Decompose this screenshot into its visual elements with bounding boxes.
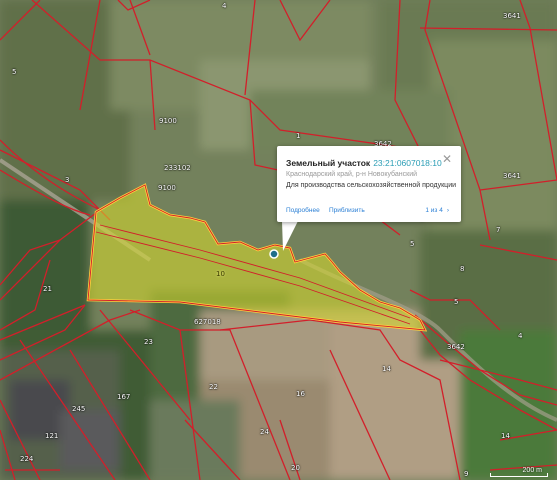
plot-number-label[interactable]: 9100 bbox=[158, 184, 176, 192]
location-marker[interactable] bbox=[269, 249, 279, 259]
popup-title: Земельный участок bbox=[286, 158, 371, 168]
chevron-right-icon[interactable]: › bbox=[447, 207, 449, 214]
plot-number-label[interactable]: 627018 bbox=[194, 318, 221, 326]
plot-number-label[interactable]: 10 bbox=[216, 270, 225, 278]
plot-number-label[interactable]: 1 bbox=[296, 132, 300, 140]
cadastral-number[interactable]: 23:21:0607018:10 bbox=[373, 158, 442, 168]
plot-number-label[interactable]: 14 bbox=[501, 432, 510, 440]
plot-number-label[interactable]: 7 bbox=[496, 226, 500, 234]
plot-number-label[interactable]: 3 bbox=[65, 176, 69, 184]
map-canvas[interactable]: 4 5 3641 9100 1 3642 3641 233102 3 9100 … bbox=[0, 0, 557, 480]
plot-number-label[interactable]: 20 bbox=[291, 464, 300, 472]
popup-address: Краснодарский край, р-н Новокубанский bbox=[286, 171, 418, 178]
plot-number-label[interactable]: 4 bbox=[222, 2, 226, 10]
popup-land-use: Для производства сельскохозяйственной пр… bbox=[286, 182, 457, 189]
plot-number-label[interactable]: 9 bbox=[464, 470, 468, 478]
plot-number-label[interactable]: 167 bbox=[117, 393, 130, 401]
pager-count: 1 из 4 bbox=[425, 207, 443, 214]
parcel-info-popup: Земельный участок 23:21:0607018:10 ✕ Крас… bbox=[277, 146, 461, 222]
plot-number-label[interactable]: 8 bbox=[460, 265, 464, 273]
plot-number-label[interactable]: 23 bbox=[144, 338, 153, 346]
plot-number-label[interactable]: 22 bbox=[209, 383, 218, 391]
plot-number-label[interactable]: 3641 bbox=[503, 172, 521, 180]
plot-number-label[interactable]: 16 bbox=[296, 390, 305, 398]
close-icon[interactable]: ✕ bbox=[442, 153, 452, 165]
plot-number-label[interactable]: 224 bbox=[20, 455, 33, 463]
popup-pointer bbox=[282, 221, 298, 251]
popup-pager: 1 из 4 › bbox=[425, 207, 449, 214]
scale-line bbox=[490, 473, 548, 477]
plot-number-label[interactable]: 245 bbox=[72, 405, 85, 413]
plot-number-label[interactable]: 4 bbox=[518, 332, 522, 340]
plot-number-label[interactable]: 9100 bbox=[159, 117, 177, 125]
scale-bar: 200 m bbox=[486, 467, 550, 479]
popup-header: Земельный участок 23:21:0607018:10 bbox=[286, 158, 442, 168]
plot-number-label[interactable]: 233102 bbox=[164, 164, 191, 172]
plot-number-label[interactable]: 24 bbox=[260, 428, 269, 436]
plot-number-label[interactable]: 121 bbox=[45, 432, 58, 440]
plot-number-label[interactable]: 5 bbox=[410, 240, 414, 248]
details-link[interactable]: Подробнее bbox=[286, 207, 320, 214]
plot-number-label[interactable]: 5 bbox=[12, 68, 16, 76]
plot-number-label[interactable]: 5 bbox=[454, 298, 458, 306]
plot-number-label[interactable]: 21 bbox=[43, 285, 52, 293]
plot-number-label[interactable]: 3642 bbox=[447, 343, 465, 351]
plot-number-label[interactable]: 3641 bbox=[503, 12, 521, 20]
zoom-link[interactable]: Приблизить bbox=[329, 207, 365, 214]
plot-number-label[interactable]: 14 bbox=[382, 365, 391, 373]
